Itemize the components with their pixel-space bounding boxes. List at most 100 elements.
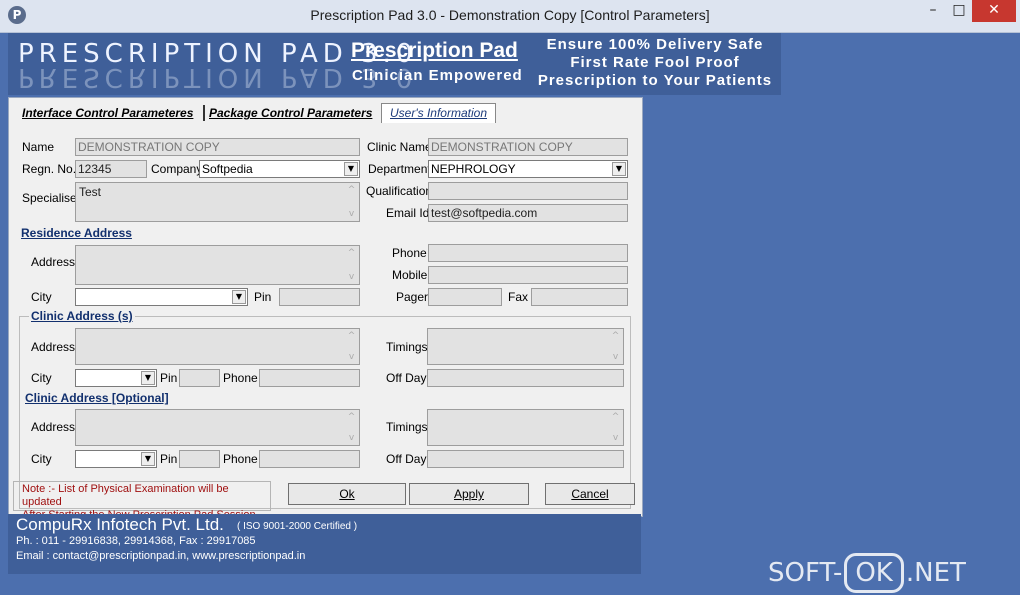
clinic-name-label: Clinic Name: [367, 140, 432, 154]
title-bar: P Prescription Pad 3.0 - Demonstration C…: [0, 0, 1020, 33]
cancel-label: Cancel: [571, 487, 609, 501]
scroll-down-icon[interactable]: v: [344, 272, 359, 282]
watermark: SOFT- OK .NET: [768, 553, 966, 593]
tagline-3: Prescription to Your Patients: [537, 72, 773, 89]
specialise-textarea[interactable]: Test ^ v: [75, 182, 360, 222]
mobile-field[interactable]: [428, 266, 628, 284]
ok-button[interactable]: Ok: [288, 483, 406, 505]
product-name: Prescription Pad: [351, 39, 518, 62]
scroll-down-icon[interactable]: v: [344, 433, 359, 443]
scroll-down-icon[interactable]: v: [608, 433, 623, 443]
company-select[interactable]: Softpedia ▼: [199, 160, 360, 178]
company-select-value: Softpedia: [202, 162, 253, 176]
tab-strip: Interface Control Parameteres Package Co…: [13, 102, 513, 124]
scrollbar[interactable]: ^ v: [344, 410, 359, 445]
company-label: Company: [151, 162, 203, 176]
chevron-down-icon[interactable]: ▼: [141, 371, 155, 385]
specialise-value: Test: [79, 185, 102, 199]
department-select[interactable]: NEPHROLOGY ▼: [428, 160, 628, 178]
clinic-optional-pin-label: Pin: [160, 452, 178, 466]
apply-button[interactable]: Apply: [409, 483, 529, 505]
clinic-timings-label: Timings: [386, 340, 428, 354]
scroll-up-icon[interactable]: ^: [608, 331, 623, 341]
clinic-city-label: City: [31, 371, 52, 385]
clinic-optional-pin-field[interactable]: [179, 450, 220, 468]
mobile-label: Mobile: [392, 268, 428, 282]
clinic-optional-offday-label: Off Day: [386, 452, 427, 466]
fax-field[interactable]: [531, 288, 628, 306]
clinic-timings-textarea[interactable]: ^ v: [427, 328, 624, 365]
control-parameters-dialog: Interface Control Parameteres Package Co…: [8, 97, 643, 521]
tab-interface-control[interactable]: Interface Control Parameteres: [22, 106, 193, 120]
clinic-phone-field[interactable]: [259, 369, 360, 387]
phone-label: Phone: [392, 246, 427, 260]
clinic-optional-address-textarea[interactable]: ^ v: [75, 409, 360, 446]
regn-label: Regn. No.: [22, 162, 77, 176]
residence-city-select[interactable]: ▼: [75, 288, 248, 306]
clinic-phone-label: Phone: [223, 371, 258, 385]
maximize-button[interactable]: □: [946, 0, 972, 22]
qualification-field[interactable]: [428, 182, 628, 200]
clinic-name-field[interactable]: DEMONSTRATION COPY: [428, 138, 628, 156]
scroll-up-icon[interactable]: ^: [608, 412, 623, 422]
residence-address-textarea[interactable]: ^ v: [75, 245, 360, 285]
department-label: Department: [368, 162, 431, 176]
scrollbar[interactable]: ^ v: [608, 329, 623, 364]
scroll-down-icon[interactable]: v: [344, 352, 359, 362]
company-footer: CompuRx Infotech Pvt. Ltd. ( ISO 9001-20…: [8, 514, 641, 574]
clinic-offday-field[interactable]: [427, 369, 624, 387]
tagline-1: Ensure 100% Delivery Safe: [546, 36, 764, 53]
scroll-up-icon[interactable]: ^: [344, 248, 359, 258]
chevron-down-icon[interactable]: ▼: [344, 162, 358, 176]
phone-field[interactable]: [428, 244, 628, 262]
header-banner: PRESCRIPTION PAD 3.0 PRESCRIPTION PAD 3.…: [8, 33, 781, 95]
chevron-down-icon[interactable]: ▼: [141, 452, 155, 466]
scrollbar[interactable]: ^ v: [344, 246, 359, 284]
scrollbar[interactable]: ^ v: [344, 183, 359, 221]
minimize-button[interactable]: –: [920, 0, 946, 22]
scroll-down-icon[interactable]: v: [344, 209, 359, 219]
residence-address-label: Address: [31, 255, 76, 269]
fax-label: Fax: [508, 290, 529, 304]
chevron-down-icon[interactable]: ▼: [232, 290, 246, 304]
tab-users-information[interactable]: User's Information: [381, 103, 496, 123]
residence-city-label: City: [31, 290, 52, 304]
clinic-optional-phone-field[interactable]: [259, 450, 360, 468]
pager-label: Pager: [396, 290, 429, 304]
tagline-2: First Rate Fool Proof: [570, 54, 740, 71]
residence-heading: Residence Address: [21, 226, 132, 240]
qualification-label: Qualification: [366, 184, 433, 198]
close-button[interactable]: ✕: [972, 0, 1016, 22]
regn-field[interactable]: 12345: [75, 160, 147, 178]
email-label: Email Id: [386, 206, 430, 220]
product-subtitle: Clinician Empowered: [352, 67, 523, 84]
email-field[interactable]: test@softpedia.com: [428, 204, 628, 222]
clinic-optional-offday-field[interactable]: [427, 450, 624, 468]
scrollbar[interactable]: ^ v: [344, 329, 359, 364]
scrollbar[interactable]: ^ v: [608, 410, 623, 445]
clinic-optional-city-label: City: [31, 452, 52, 466]
update-note: Note :- List of Physical Examination wil…: [13, 481, 271, 521]
window-title: Prescription Pad 3.0 - Demonstration Cop…: [310, 7, 710, 23]
chevron-down-icon[interactable]: ▼: [612, 162, 626, 176]
scroll-down-icon[interactable]: v: [608, 352, 623, 362]
cancel-button[interactable]: Cancel: [545, 483, 635, 505]
watermark-right: .NET: [905, 558, 966, 588]
scroll-up-icon[interactable]: ^: [344, 412, 359, 422]
tab-package-control[interactable]: Package Control Parameters: [209, 106, 372, 120]
clinic-pin-field[interactable]: [179, 369, 220, 387]
scroll-up-icon[interactable]: ^: [344, 331, 359, 341]
specialise-label: Specialise: [22, 191, 77, 205]
clinic-city-select[interactable]: ▼: [75, 369, 157, 387]
name-field[interactable]: DEMONSTRATION COPY: [75, 138, 360, 156]
company-name: CompuRx Infotech Pvt. Ltd.: [16, 515, 224, 534]
scroll-up-icon[interactable]: ^: [344, 185, 359, 195]
pager-field[interactable]: [428, 288, 502, 306]
residence-pin-field[interactable]: [279, 288, 360, 306]
note-line-1: Note :- List of Physical Examination wil…: [22, 483, 229, 508]
clinic-optional-timings-textarea[interactable]: ^ v: [427, 409, 624, 446]
clinic-optional-address-label: Address: [31, 420, 76, 434]
clinic-address-textarea[interactable]: ^ v: [75, 328, 360, 365]
clinic-optional-city-select[interactable]: ▼: [75, 450, 157, 468]
name-label: Name: [22, 140, 55, 154]
